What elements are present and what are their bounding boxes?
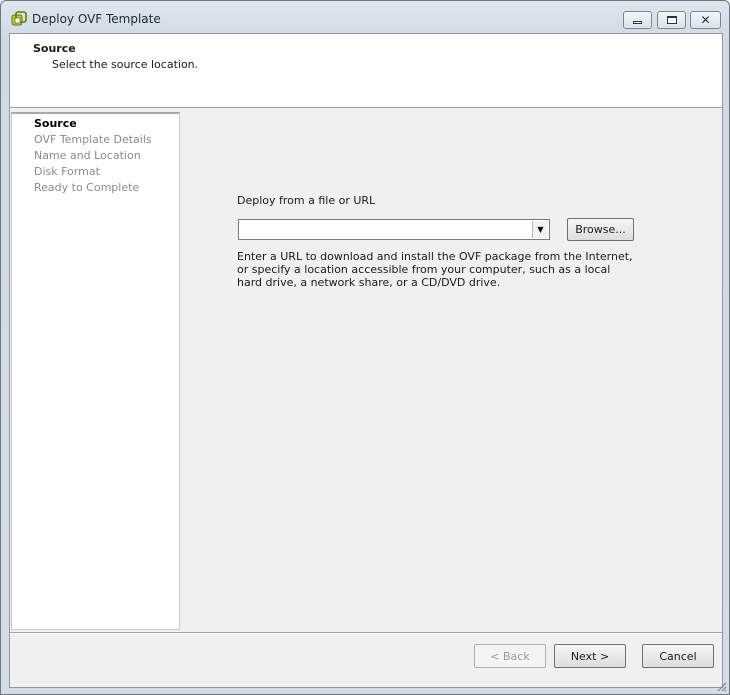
step-source[interactable]: Source bbox=[34, 117, 77, 130]
step-ready-to-complete[interactable]: Ready to Complete bbox=[34, 181, 139, 194]
wizard-client-area: Source Select the source location. Sourc… bbox=[9, 33, 723, 688]
close-button[interactable]: ✕ bbox=[690, 11, 721, 29]
maximize-icon bbox=[666, 16, 677, 24]
page-title: Source bbox=[33, 42, 76, 55]
page-subtitle: Select the source location. bbox=[52, 58, 199, 71]
wizard-header: Source Select the source location. bbox=[10, 34, 722, 108]
browse-button[interactable]: Browse... bbox=[567, 218, 634, 241]
source-hint-text: Enter a URL to download and install the … bbox=[237, 250, 633, 289]
window-title: Deploy OVF Template bbox=[32, 12, 161, 26]
step-name-and-location[interactable]: Name and Location bbox=[34, 149, 141, 162]
next-button[interactable]: Next > bbox=[554, 644, 626, 668]
minimize-button[interactable] bbox=[623, 11, 652, 29]
chevron-down-icon[interactable]: ▼ bbox=[532, 221, 548, 238]
title-bar[interactable]: Deploy OVF Template ✕ bbox=[1, 1, 729, 33]
wizard-window: Deploy OVF Template ✕ Source Select the … bbox=[0, 0, 730, 695]
minimize-icon bbox=[633, 21, 642, 24]
vmware-ovf-icon bbox=[11, 11, 27, 26]
back-button[interactable]: < Back bbox=[474, 644, 546, 668]
maximize-button[interactable] bbox=[657, 11, 686, 29]
source-panel: Deploy from a file or URL ▼ Browse... En… bbox=[180, 112, 722, 632]
resize-grip-icon[interactable] bbox=[715, 680, 727, 692]
close-icon: ✕ bbox=[700, 13, 711, 27]
deploy-source-label: Deploy from a file or URL bbox=[237, 194, 376, 207]
footer-divider bbox=[10, 632, 722, 634]
step-disk-format[interactable]: Disk Format bbox=[34, 165, 100, 178]
cancel-button[interactable]: Cancel bbox=[642, 644, 714, 668]
source-url-combobox[interactable]: ▼ bbox=[238, 219, 550, 240]
step-ovf-template-details[interactable]: OVF Template Details bbox=[34, 133, 152, 146]
wizard-steps-panel: Source OVF Template Details Name and Loc… bbox=[11, 112, 180, 630]
